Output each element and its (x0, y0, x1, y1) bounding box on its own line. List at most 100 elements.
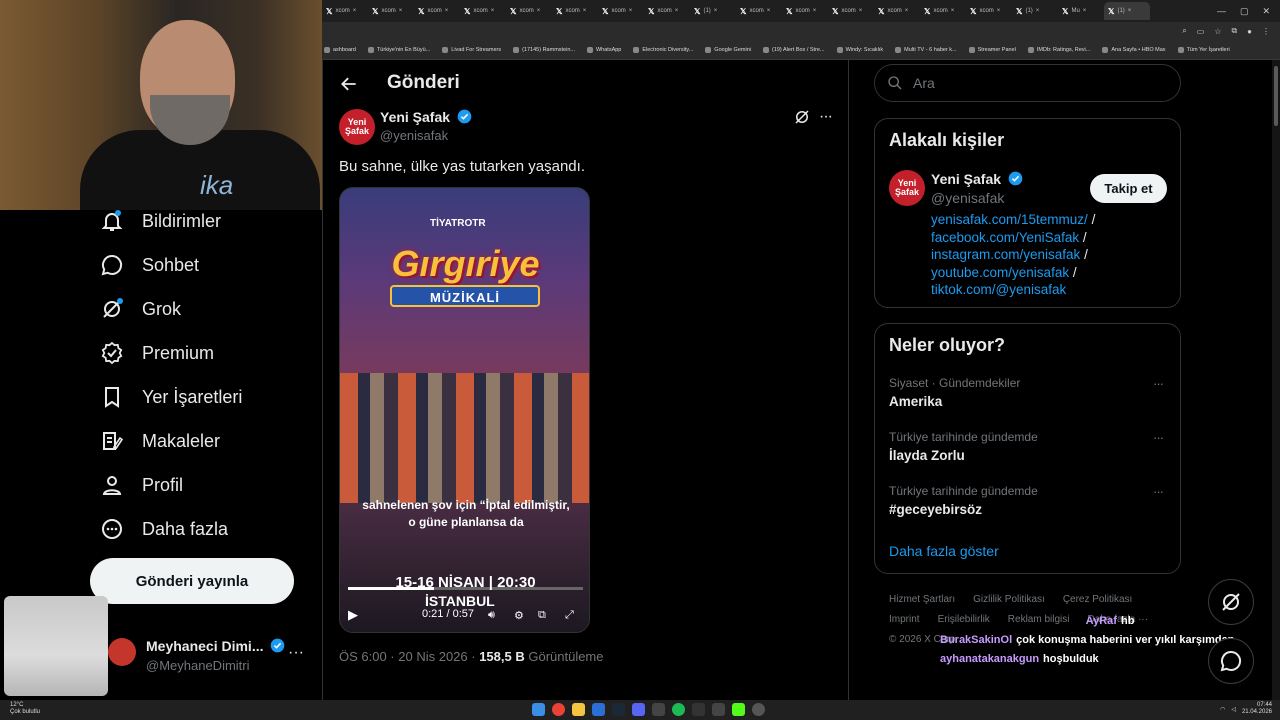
sidebar-item-daha-fazla[interactable]: Daha fazla (100, 517, 228, 541)
settings-icon[interactable]: ⚙ (514, 609, 524, 622)
bookmark-item[interactable]: Electronic Diversity... (633, 46, 693, 53)
scrollbar[interactable] (1272, 60, 1280, 700)
menu-icon[interactable]: ⋮ (1262, 27, 1270, 36)
bookmark-item[interactable]: Türkiye'nin En Büyü... (367, 46, 430, 53)
sidebar-item-profil[interactable]: Profil (100, 473, 183, 497)
close-icon[interactable]: × (353, 8, 357, 14)
close-icon[interactable]: × (675, 8, 679, 14)
volume-icon[interactable]: ◁ (1231, 706, 1236, 713)
related-handle[interactable]: @yenisafak (931, 190, 1004, 206)
discord-icon[interactable] (632, 703, 645, 716)
grok-fab[interactable] (1208, 579, 1254, 625)
browser-tab[interactable]: 𝕏xcom × (874, 2, 920, 20)
bio-link[interactable]: tiktok.com/@yenisafak (931, 282, 1066, 297)
related-avatar[interactable]: Yeni Şafak (889, 170, 925, 206)
browser-tab[interactable]: 𝕏xcom × (644, 2, 690, 20)
close-icon[interactable]: × (813, 8, 817, 14)
author-handle[interactable]: @yenisafak (380, 128, 448, 143)
browser-tab[interactable]: 𝕏xcom × (460, 2, 506, 20)
browser-tab[interactable]: 𝕏 (1) × (690, 2, 736, 20)
close-icon[interactable]: × (997, 8, 1001, 14)
close-icon[interactable]: × (859, 8, 863, 14)
minimize-icon[interactable]: — (1217, 6, 1226, 17)
sidebar-item-grok[interactable]: Grok (100, 297, 181, 321)
pip-icon[interactable]: ⧉ (538, 609, 546, 622)
browser-tab[interactable]: 𝕏 Mu × (1058, 2, 1104, 20)
bookmark-item[interactable]: Streamer Panel (968, 46, 1016, 53)
close-icon[interactable]: × (767, 8, 771, 14)
more-options-icon[interactable]: ··· (1153, 430, 1164, 445)
extensions-icon[interactable]: ⧉ (1231, 26, 1237, 36)
sidebar-item-bildirimler[interactable]: Bildirimler (100, 209, 221, 233)
footer-link[interactable]: Hizmet Şartları (889, 594, 955, 605)
spotify-icon[interactable] (672, 703, 685, 716)
wifi-icon[interactable]: ◠ (1220, 706, 1225, 713)
bookmark-item[interactable]: Windy: Sıcaklık (836, 46, 883, 53)
back-arrow-icon[interactable] (339, 74, 359, 94)
more-options-icon[interactable]: ··· (1153, 376, 1164, 391)
volume-icon[interactable]: 🔊︎ (488, 609, 495, 622)
grok-icon[interactable] (793, 108, 811, 126)
footer-link[interactable]: Gizlilik Politikası (973, 594, 1045, 605)
video-player[interactable]: TİYATROTR Gırgıriye MÜZİKALİ sahnelenen … (339, 187, 590, 633)
cast-icon[interactable]: ▭ (1197, 27, 1205, 36)
start-icon[interactable] (532, 703, 545, 716)
app-icon[interactable] (712, 703, 725, 716)
bookmark-item[interactable]: (19) Alert Box / Stre... (762, 46, 825, 53)
scrollbar-thumb[interactable] (1274, 66, 1278, 126)
author-avatar[interactable]: Yeni Şafak (339, 109, 375, 145)
close-icon[interactable]: × (537, 8, 541, 14)
browser-tab[interactable]: 𝕏 (1) × (1104, 2, 1150, 20)
bookmark-item[interactable]: Tüm Yer İşaretleri (1177, 46, 1230, 53)
more-options-icon[interactable]: ··· (1153, 484, 1164, 499)
close-window-icon[interactable]: ✕ (1262, 6, 1270, 17)
close-icon[interactable]: × (399, 8, 403, 14)
weather-widget[interactable]: 12°C Çok bulutlu (10, 702, 40, 716)
follow-button[interactable]: Takip et (1090, 174, 1167, 203)
search-input[interactable]: Ara (874, 64, 1181, 102)
browser-tab[interactable]: 𝕏xcom × (368, 2, 414, 20)
bio-link[interactable]: yenisafak.com/15temmuz/ (931, 212, 1088, 227)
zoom-icon[interactable]: ⌕ (1182, 26, 1186, 36)
account-more-icon[interactable]: ··· (288, 644, 304, 662)
maximize-icon[interactable]: ▢ (1240, 6, 1249, 17)
app-icon[interactable] (592, 703, 605, 716)
bookmark-item[interactable]: ashboard (324, 46, 356, 53)
close-icon[interactable]: × (491, 8, 495, 14)
messages-fab[interactable] (1208, 638, 1254, 684)
browser-tab[interactable]: 𝕏xcom × (966, 2, 1012, 20)
show-more-link[interactable]: Daha fazla göster (889, 543, 999, 559)
sidebar-item-makaleler[interactable]: Makaleler (100, 429, 220, 453)
close-icon[interactable]: × (1128, 8, 1132, 14)
browser-tab[interactable]: 𝕏xcom × (322, 2, 368, 20)
post-button[interactable]: Gönderi yayınla (90, 558, 294, 604)
close-icon[interactable]: × (951, 8, 955, 14)
close-icon[interactable]: × (905, 8, 909, 14)
trend-item[interactable]: Siyaset · Gündemdekiler Amerika ··· (889, 376, 1169, 409)
sidebar-item-sohbet[interactable]: Sohbet (100, 253, 199, 277)
browser-tab[interactable]: 𝕏xcom × (414, 2, 460, 20)
browser-tab[interactable]: 𝕏xcom × (736, 2, 782, 20)
browser-tab[interactable]: 𝕏xcom × (552, 2, 598, 20)
bookmark-item[interactable]: IMDb: Ratings, Revi... (1027, 46, 1090, 53)
account-switcher[interactable]: Meyhaneci Dimi... @MeyhaneDimitri ··· (108, 636, 318, 676)
bio-link[interactable]: instagram.com/yenisafak (931, 247, 1080, 262)
steam-icon[interactable] (612, 703, 625, 716)
close-icon[interactable]: × (1036, 8, 1040, 14)
bookmark-item[interactable]: WhatsApp (586, 46, 621, 53)
browser-tab[interactable]: 𝕏xcom × (920, 2, 966, 20)
chrome-icon[interactable] (552, 703, 565, 716)
epic-icon[interactable] (692, 703, 705, 716)
explorer-icon[interactable] (572, 703, 585, 716)
author-name[interactable]: Yeni Şafak (380, 109, 450, 125)
play-icon[interactable]: ▶ (348, 607, 358, 623)
footer-link[interactable]: Imprint (889, 614, 920, 625)
sidebar-item-premium[interactable]: Premium (100, 341, 214, 365)
star-icon[interactable]: ☆ (1214, 27, 1221, 36)
bookmark-item[interactable]: Livad For Streamers (442, 46, 501, 53)
close-icon[interactable]: × (629, 8, 633, 14)
clock[interactable]: 07:44 21.04.2026 (1242, 702, 1272, 716)
sidebar-item-yer-i̇şaretleri[interactable]: Yer İşaretleri (100, 385, 242, 409)
tweet-timestamp[interactable]: ÖS 6:00 · 20 Nis 2026 · (339, 649, 479, 664)
related-name[interactable]: Yeni Şafak (931, 171, 1001, 187)
